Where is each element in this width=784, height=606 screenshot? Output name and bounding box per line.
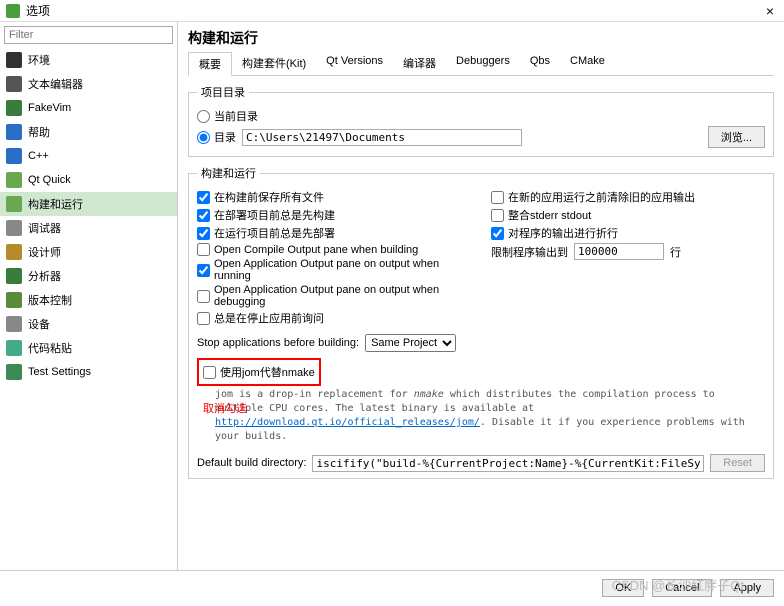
sidebar-icon: [6, 220, 22, 236]
stopapps-label: Stop applications before building:: [197, 337, 359, 349]
sidebar-item-label: 设计师: [28, 244, 61, 260]
sidebar-item-label: FakeVim: [28, 102, 71, 114]
sidebar-item-label: 调试器: [28, 220, 61, 236]
stopapps-select[interactable]: Same Project: [365, 334, 456, 352]
tab-3[interactable]: 编译器: [393, 52, 446, 75]
sidebar-item-3[interactable]: 帮助: [0, 120, 177, 144]
sidebar-icon: [6, 244, 22, 260]
tabs: 概要构建套件(Kit)Qt Versions编译器DebuggersQbsCMa…: [188, 52, 774, 76]
sidebar-item-6[interactable]: 构建和运行: [0, 192, 177, 216]
sidebar-item-label: Qt Quick: [28, 174, 71, 186]
sidebar-item-13[interactable]: Test Settings: [0, 360, 177, 384]
build-dir-input[interactable]: [312, 455, 704, 472]
left-check-2[interactable]: 在运行项目前总是先部署: [197, 225, 471, 241]
sidebar-icon: [6, 364, 22, 380]
jom-description: jom is a drop-in replacement for nmake w…: [215, 388, 765, 444]
tab-4[interactable]: Debuggers: [446, 52, 520, 75]
sidebar-icon: [6, 76, 22, 92]
jom-link[interactable]: http://download.qt.io/official_releases/…: [215, 417, 480, 428]
left-col: 在构建前保存所有文件在部署项目前总是先构建在运行项目前总是先部署 Open Com…: [197, 187, 471, 328]
sidebar-icon: [6, 340, 22, 356]
title-bar: 选项 ×: [0, 0, 784, 22]
tab-6[interactable]: CMake: [560, 52, 615, 75]
sidebar-item-label: 版本控制: [28, 292, 72, 308]
app-icon: [6, 4, 20, 18]
content-pane: 构建和运行 概要构建套件(Kit)Qt Versions编译器Debuggers…: [178, 22, 784, 570]
sidebar-icon: [6, 316, 22, 332]
sidebar-icon: [6, 52, 22, 68]
sidebar-item-2[interactable]: FakeVim: [0, 96, 177, 120]
left-check-1[interactable]: 在部署项目前总是先构建: [197, 207, 471, 223]
annotation-cancel: 取消勾选: [203, 400, 247, 416]
sidebar-icon: [6, 124, 22, 140]
tab-0[interactable]: 概要: [188, 52, 232, 76]
radio-current-dir[interactable]: 当前目录: [197, 108, 258, 124]
jom-checkbox-highlight: 使用jom代替nmake: [197, 358, 321, 386]
sidebar-icon: [6, 292, 22, 308]
build-run-legend: 构建和运行: [197, 165, 260, 181]
sidebar-item-5[interactable]: Qt Quick: [0, 168, 177, 192]
right-check-0[interactable]: 在新的应用运行之前清除旧的应用输出: [491, 189, 765, 205]
sidebar-item-label: 代码粘贴: [28, 340, 72, 356]
build-dir-label: Default build directory:: [197, 457, 306, 469]
tab-2[interactable]: Qt Versions: [316, 52, 393, 75]
sidebar-item-7[interactable]: 调试器: [0, 216, 177, 240]
limit-row: 限制程序输出到 行: [491, 243, 765, 260]
right-col: 在新的应用运行之前清除旧的应用输出整合stderr stdout 对程序的输出进行…: [491, 187, 765, 328]
sidebar-icon: [6, 196, 22, 212]
sidebar-item-1[interactable]: 文本编辑器: [0, 72, 177, 96]
sidebar-item-label: 帮助: [28, 124, 50, 140]
sidebar-item-12[interactable]: 代码粘贴: [0, 336, 177, 360]
build-dir-row: Default build directory: Reset: [197, 454, 765, 472]
page-title: 构建和运行: [188, 28, 774, 48]
sidebar-item-label: 文本编辑器: [28, 76, 83, 92]
tab-5[interactable]: Qbs: [520, 52, 560, 75]
left-check-4[interactable]: Open Application Output pane on output w…: [197, 258, 471, 282]
right-check-1[interactable]: 整合stderr stdout: [491, 207, 765, 223]
sidebar-item-label: 设备: [28, 316, 50, 332]
close-icon[interactable]: ×: [762, 3, 778, 19]
browse-button[interactable]: 浏览...: [708, 126, 765, 148]
left-check-5[interactable]: Open Application Output pane on output w…: [197, 284, 471, 308]
left-check-6[interactable]: 总是在停止应用前询问: [197, 310, 471, 326]
left-check-3[interactable]: Open Compile Output pane when building: [197, 243, 471, 256]
sidebar-item-11[interactable]: 设备: [0, 312, 177, 336]
radio-dir[interactable]: 目录: [197, 129, 236, 145]
watermark: CSDN @长沙红胖子Qt: [612, 575, 744, 594]
tab-1[interactable]: 构建套件(Kit): [232, 52, 316, 75]
project-dir-group: 项目目录 当前目录 目录 浏览...: [188, 84, 774, 157]
sidebar-item-8[interactable]: 设计师: [0, 240, 177, 264]
sidebar-icon: [6, 100, 22, 116]
sidebar-icon: [6, 268, 22, 284]
reset-button[interactable]: Reset: [710, 454, 765, 472]
sidebar-item-label: 构建和运行: [28, 196, 83, 212]
sidebar-item-10[interactable]: 版本控制: [0, 288, 177, 312]
sidebar: 环境文本编辑器 FakeVim 帮助 C++ Qt Quick 构建和运行调试器设计师分析…: [0, 22, 178, 570]
limit-input[interactable]: [574, 243, 664, 260]
right-check-2[interactable]: 对程序的输出进行折行: [491, 225, 765, 241]
window-title: 选项: [26, 2, 762, 19]
sidebar-item-label: 环境: [28, 52, 50, 68]
sidebar-item-9[interactable]: 分析器: [0, 264, 177, 288]
sidebar-item-label: Test Settings: [28, 366, 91, 378]
build-run-group: 构建和运行 在构建前保存所有文件在部署项目前总是先构建在运行项目前总是先部署 Op…: [188, 165, 774, 479]
jom-checkbox[interactable]: 使用jom代替nmake: [203, 364, 315, 380]
sidebar-item-0[interactable]: 环境: [0, 48, 177, 72]
filter-input[interactable]: [4, 26, 173, 44]
sidebar-icon: [6, 172, 22, 188]
sidebar-icon: [6, 148, 22, 164]
sidebar-list: 环境文本编辑器 FakeVim 帮助 C++ Qt Quick 构建和运行调试器设计师分析…: [0, 48, 177, 570]
sidebar-item-label: C++: [28, 150, 49, 162]
sidebar-item-4[interactable]: C++: [0, 144, 177, 168]
left-check-0[interactable]: 在构建前保存所有文件: [197, 189, 471, 205]
sidebar-item-label: 分析器: [28, 268, 61, 284]
dir-path-input[interactable]: [242, 129, 522, 146]
project-dir-legend: 项目目录: [197, 84, 249, 100]
